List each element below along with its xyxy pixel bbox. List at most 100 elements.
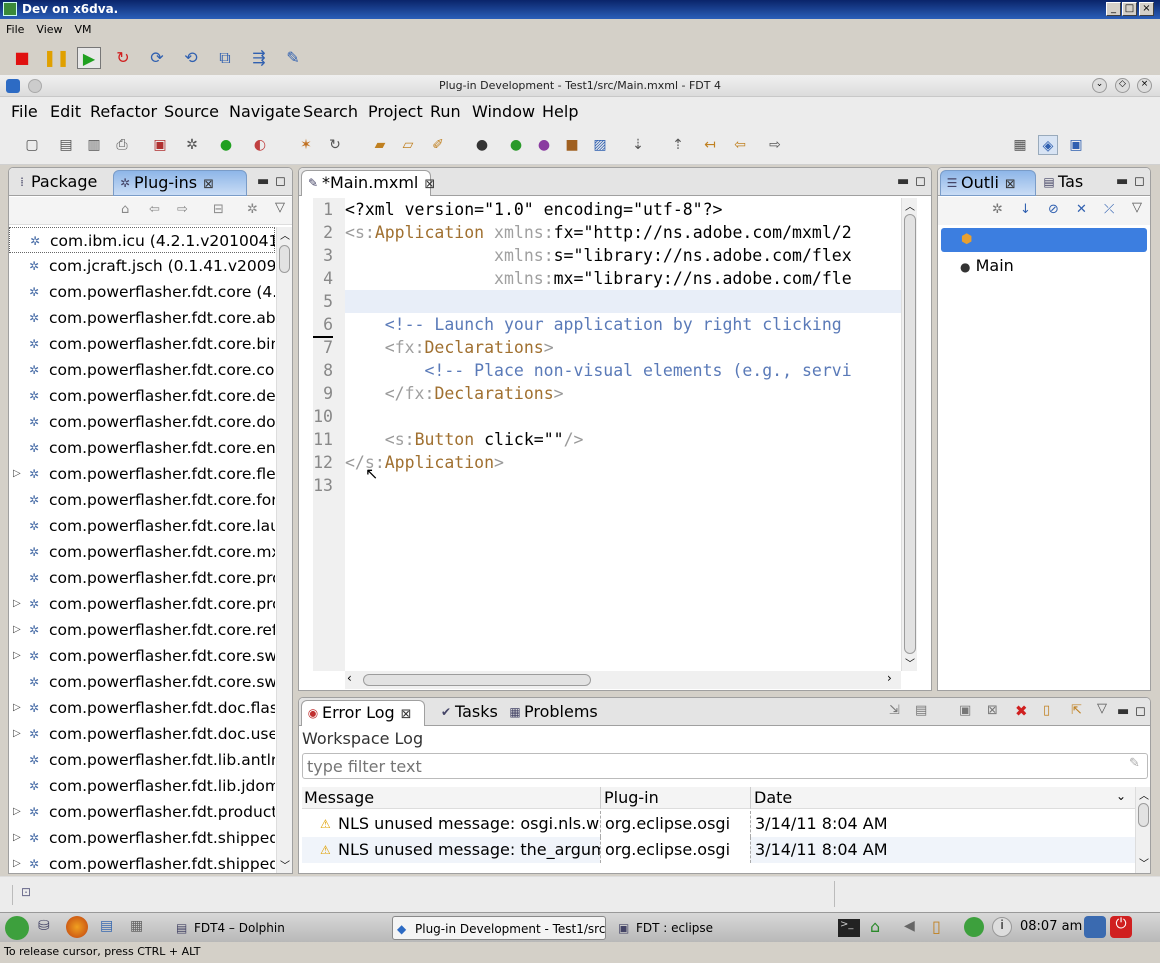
- plugin-list-item[interactable]: ▷ ✲ com.powerflasher.fdt.shippedF: [9, 851, 275, 873]
- expand-icon[interactable]: ▷: [13, 851, 23, 873]
- file-manager-icon[interactable]: ▤: [100, 918, 113, 934]
- plugin-list-item[interactable]: ✲ com.powerflasher.fdt.core.mxn: [9, 539, 275, 565]
- plugins-scrollbar[interactable]: ︿ ﹀: [276, 227, 292, 873]
- new-file-icon[interactable]: ▨: [590, 135, 610, 155]
- last-edit-icon[interactable]: ↤: [700, 135, 720, 155]
- new-class-icon[interactable]: ●: [506, 135, 526, 155]
- fast-view-icon[interactable]: ⊡: [12, 885, 36, 905]
- close-tab-icon[interactable]: ⊠: [203, 177, 214, 192]
- plugin-list-item[interactable]: ▷ ✲ com.powerflasher.fdt.doc.flash: [9, 695, 275, 721]
- window-menu-icon[interactable]: [28, 79, 42, 93]
- tab-error-log[interactable]: ◉ Error Log ⊠: [301, 700, 425, 726]
- plugin-list-item[interactable]: ✲ com.powerflasher.fdt.core.bina: [9, 331, 275, 357]
- minimize-view-icon[interactable]: ▬: [1117, 704, 1129, 719]
- scroll-up-icon[interactable]: ︿: [1139, 787, 1149, 802]
- maximize-icon[interactable]: □: [1122, 2, 1137, 16]
- close-tab-icon[interactable]: ⊠: [1005, 177, 1016, 192]
- back-icon[interactable]: ⇦: [730, 135, 750, 155]
- close-tab-icon[interactable]: ⊠: [401, 707, 412, 722]
- refresh-icon[interactable]: ↻: [325, 135, 345, 155]
- print-icon[interactable]: ⎙: [112, 135, 132, 155]
- view-menu-icon[interactable]: ▽: [275, 200, 285, 215]
- col-plugin[interactable]: Plug-in: [604, 788, 659, 807]
- vm-menu-view[interactable]: View: [30, 20, 68, 36]
- system-icon[interactable]: ⛁: [38, 918, 50, 934]
- plugin-list-item[interactable]: ✲ com.powerflasher.fdt.core.swf: [9, 669, 275, 695]
- menu-edit[interactable]: Edit: [50, 102, 81, 121]
- tab-tasks-outline[interactable]: ▤ Tas: [1038, 170, 1098, 196]
- tab-plugins[interactable]: ✲ Plug-ins ⊠: [113, 170, 247, 196]
- plugin-list-item[interactable]: ✲ com.powerflasher.fdt.lib.antlr (:: [9, 747, 275, 773]
- scrollbar-thumb[interactable]: [279, 245, 290, 273]
- close-tab-icon[interactable]: ⊠: [424, 177, 435, 192]
- scroll-left-icon[interactable]: ‹: [347, 671, 352, 685]
- maximize-view-icon[interactable]: ◻: [1134, 174, 1145, 189]
- expand-icon[interactable]: ▷: [13, 825, 23, 851]
- menu-navigate[interactable]: Navigate: [229, 102, 301, 121]
- close-icon[interactable]: ×: [1139, 2, 1154, 16]
- plugin-list-item[interactable]: ✲ com.powerflasher.fdt.core.prot: [9, 565, 275, 591]
- power-icon[interactable]: ⏻: [1110, 916, 1132, 938]
- play-icon[interactable]: ▶: [77, 47, 101, 69]
- annotation-icon[interactable]: ⇣: [628, 135, 648, 155]
- share-icon[interactable]: ⇶: [247, 47, 271, 69]
- firefox-icon[interactable]: [66, 916, 88, 938]
- tab-package[interactable]: ⁞ Package: [11, 170, 111, 196]
- forward-icon[interactable]: ⇨: [765, 135, 785, 155]
- maximize-view-icon[interactable]: ◻: [275, 174, 286, 189]
- expand-icon[interactable]: ▷: [13, 617, 23, 643]
- plugin-list-item[interactable]: ✲ com.powerflasher.fdt.core.laur: [9, 513, 275, 539]
- clear-filter-icon[interactable]: ✎: [1129, 756, 1140, 771]
- plugin-list-item[interactable]: ✲ com.powerflasher.fdt.core.ente: [9, 435, 275, 461]
- hide-nonpublic-icon[interactable]: ⤫: [1104, 202, 1114, 217]
- save-all-icon[interactable]: ▥: [84, 135, 104, 155]
- expand-icon[interactable]: ▷: [13, 461, 23, 487]
- minimize-editor-icon[interactable]: ▬: [897, 174, 909, 189]
- scroll-down-icon[interactable]: ﹀: [905, 655, 915, 670]
- plugin-filter-icon[interactable]: ✲: [247, 202, 258, 217]
- new-icon[interactable]: ▢: [22, 135, 42, 155]
- eclipse-close-icon[interactable]: ×: [1137, 78, 1152, 93]
- plugin-list-item[interactable]: ▷ ✲ com.powerflasher.fdt.core.refa: [9, 617, 275, 643]
- log-row[interactable]: ⚠ NLS unused message: osgi.nls.warr org.ec…: [302, 811, 1136, 837]
- plugin-list-item[interactable]: ✲ com.powerflasher.fdt.core.com: [9, 357, 275, 383]
- plugin-list-item[interactable]: ✲ com.powerflasher.fdt.core (4.2: [9, 279, 275, 305]
- terminate-icon[interactable]: ▣: [150, 135, 170, 155]
- start-menu-icon[interactable]: [5, 916, 29, 940]
- menu-help[interactable]: Help: [542, 102, 578, 121]
- view-menu-icon[interactable]: ▽: [1132, 200, 1142, 215]
- terminal-icon[interactable]: >_: [838, 919, 860, 937]
- menu-window[interactable]: Window: [472, 102, 535, 121]
- home-icon[interactable]: ⌂: [121, 202, 129, 217]
- clipboard-icon[interactable]: ▯: [932, 917, 941, 936]
- restore-log-icon[interactable]: ⇱: [1071, 703, 1082, 718]
- plugin-list-item[interactable]: ✲ com.powerflasher.fdt.core.dom: [9, 409, 275, 435]
- plugin-perspective-icon[interactable]: ◈: [1038, 135, 1058, 155]
- open-log-icon[interactable]: ▯: [1043, 703, 1050, 718]
- menu-file[interactable]: File: [11, 102, 38, 121]
- editor-hthumb[interactable]: [363, 674, 591, 686]
- clock[interactable]: 08:07 am: [1020, 919, 1082, 934]
- plugin-list-item[interactable]: ✲ com.powerflasher.fdt.core.forn: [9, 487, 275, 513]
- editor-vthumb[interactable]: [904, 214, 916, 654]
- filter-field[interactable]: ✎: [302, 753, 1148, 779]
- minimize-view-icon[interactable]: ▬: [257, 174, 269, 189]
- menu-project[interactable]: Project: [368, 102, 423, 121]
- class-icon[interactable]: ●: [472, 135, 492, 155]
- collapse-all-icon[interactable]: ⊟: [213, 202, 224, 217]
- editor-hscrollbar[interactable]: ‹ ›: [345, 671, 901, 689]
- plugin-list-item[interactable]: ✲ com.ibm.icu (4.2.1.v20100412: [9, 227, 275, 253]
- new-interface-icon[interactable]: ●: [534, 135, 554, 155]
- taskbar-item-eclipse-plugin[interactable]: ◆ Plug-in Development - Test1/src/M: [392, 916, 606, 940]
- save-icon[interactable]: ▤: [56, 135, 76, 155]
- snapshot-manager-icon[interactable]: ⧉: [213, 47, 237, 69]
- maximize-editor-icon[interactable]: ◻: [915, 174, 926, 189]
- forward-icon[interactable]: ⇨: [177, 202, 188, 217]
- view-menu-icon[interactable]: ▽: [1097, 701, 1107, 716]
- code-area[interactable]: <?xml version="1.0" encoding="utf-8"?> <…: [299, 198, 901, 671]
- revert-icon[interactable]: ⟲: [179, 47, 203, 69]
- outline-item-main[interactable]: ● Main: [960, 256, 1014, 275]
- outline-selected-item[interactable]: ⬢: [941, 228, 1147, 252]
- eclipse-minimize-icon[interactable]: ⌄: [1092, 78, 1107, 93]
- taskbar-item-dolphin[interactable]: ▤ FDT4 – Dolphin: [172, 916, 386, 940]
